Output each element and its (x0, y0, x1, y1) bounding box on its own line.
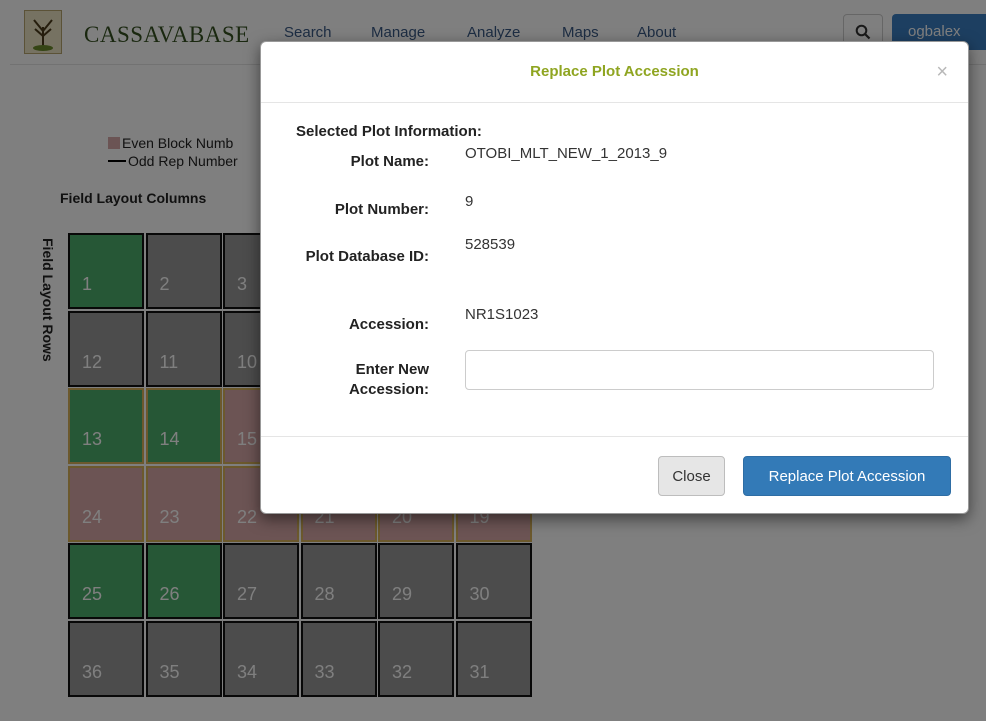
close-icon[interactable]: × (936, 62, 948, 82)
plot-number-label: Plot Number: (334, 201, 429, 218)
accession-label: Accession: (348, 316, 429, 333)
close-button[interactable]: Close (658, 456, 725, 496)
plot-name-value: OTOBI_MLT_NEW_1_2013_9 (465, 145, 668, 162)
section-title: Selected Plot Information: (296, 123, 482, 140)
modal-title: Replace Plot Accession (530, 63, 699, 80)
plot-name-label: Plot Name: (350, 153, 429, 170)
plot-number-value: 9 (465, 193, 474, 210)
modal-footer-divider (261, 436, 968, 437)
replace-plot-accession-button[interactable]: Replace Plot Accession (743, 456, 951, 496)
new-accession-label: Enter New Accession: (348, 361, 429, 398)
accession-value: NR1S1023 (465, 306, 539, 323)
plot-database-id-value: 528539 (465, 236, 516, 253)
replace-plot-accession-dialog: Replace Plot Accession × Selected Plot I… (260, 41, 969, 514)
plot-database-id-label: Plot Database ID: (305, 248, 429, 265)
new-accession-input[interactable] (465, 350, 934, 390)
modal-header: Replace Plot Accession × (261, 42, 968, 103)
